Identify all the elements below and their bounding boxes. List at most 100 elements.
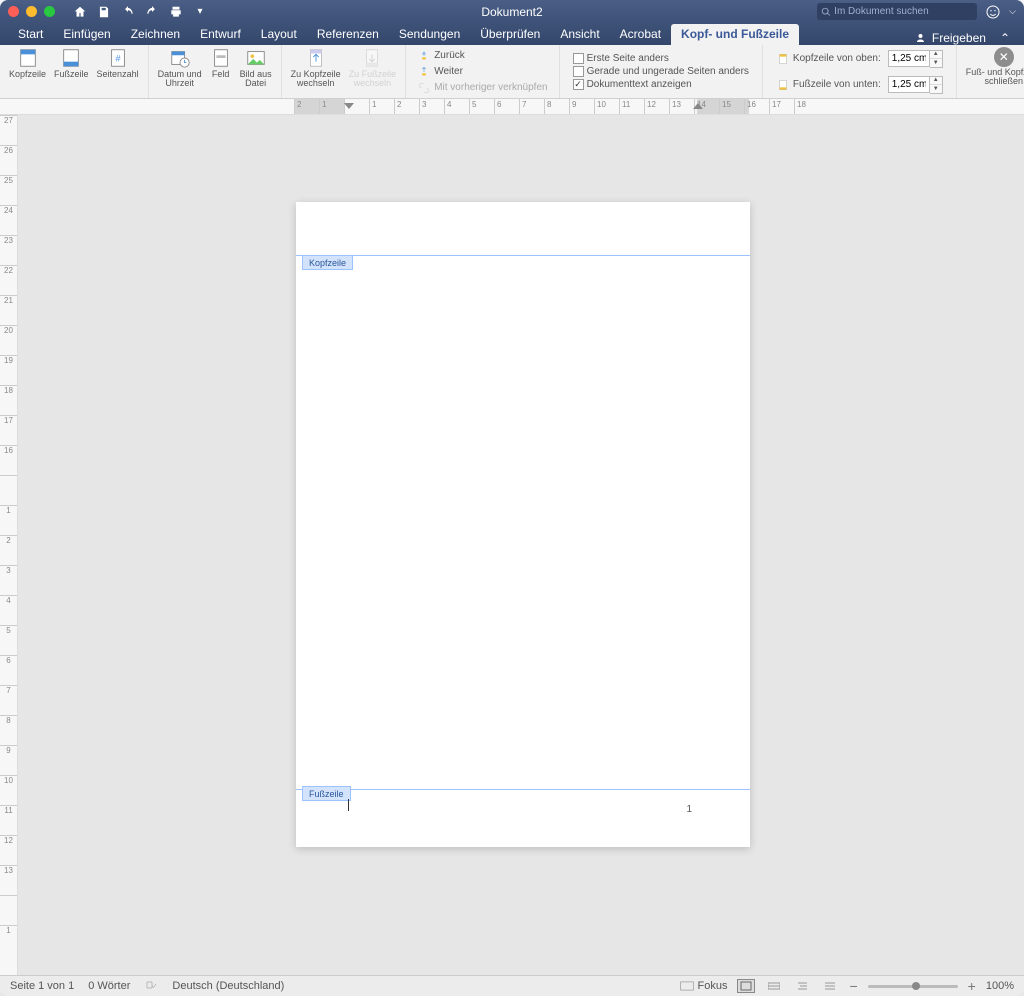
status-language[interactable]: Deutsch (Deutschland) xyxy=(172,980,284,992)
text-cursor xyxy=(348,799,349,811)
goto-footer-icon xyxy=(361,47,383,69)
document-canvas[interactable]: Kopfzeile Fußzeile 1 xyxy=(18,115,1024,975)
qat-customize-icon[interactable]: ▾ xyxy=(193,5,207,19)
share-button[interactable]: Freigeben xyxy=(908,31,994,45)
header-from-top-input[interactable]: ▲▼ xyxy=(888,50,943,68)
vertical-ruler[interactable]: 2726252423222120191817161234567891011121… xyxy=(0,115,18,975)
next-icon xyxy=(417,65,431,79)
collapse-ribbon-icon[interactable]: ⌃ xyxy=(994,31,1016,45)
header-tag: Kopfzeile xyxy=(302,255,353,270)
link-icon xyxy=(417,81,431,95)
redo-icon[interactable] xyxy=(145,5,159,19)
tab-start[interactable]: Start xyxy=(8,24,53,45)
spin-down-icon[interactable]: ▼ xyxy=(930,85,942,93)
tab-sendungen[interactable]: Sendungen xyxy=(389,24,470,45)
header-icon xyxy=(17,47,39,69)
tab-entwurf[interactable]: Entwurf xyxy=(190,24,251,45)
share-label: Freigeben xyxy=(932,31,986,45)
workspace: 2726252423222120191817161234567891011121… xyxy=(0,115,1024,975)
document-title: Dokument2 xyxy=(481,5,542,19)
tab-layout[interactable]: Layout xyxy=(251,24,307,45)
indent-marker-left-icon[interactable] xyxy=(344,103,354,113)
header-from-top-row: Kopfzeile von oben: ▲▼ xyxy=(773,49,946,69)
link-previous-button: Mit vorheriger verknüpfen xyxy=(414,80,550,96)
tab-zeichnen[interactable]: Zeichnen xyxy=(121,24,190,45)
page: Kopfzeile Fußzeile 1 xyxy=(296,202,750,847)
picture-button[interactable]: Bild aus Datei xyxy=(236,47,276,89)
footer-button[interactable]: Fußzeile xyxy=(50,47,93,79)
close-window-button[interactable] xyxy=(8,6,19,17)
maximize-window-button[interactable] xyxy=(44,6,55,17)
field-icon xyxy=(210,47,232,69)
show-document-text-checkbox[interactable]: ✓Dokumenttext anzeigen xyxy=(570,78,695,91)
zoom-in-button[interactable]: + xyxy=(968,978,976,994)
checkbox-checked-icon: ✓ xyxy=(573,79,584,90)
goto-footer-button[interactable]: Zu Fußzeile wechseln xyxy=(345,47,401,89)
page-number-button[interactable]: # Seitenzahl xyxy=(93,47,143,79)
app-window: ▾ Dokument2 Im Dokument suchen ⌵ Start E… xyxy=(0,0,1024,996)
page-number-icon: # xyxy=(107,47,129,69)
header-button[interactable]: Kopfzeile xyxy=(5,47,50,79)
footer-page-number: 1 xyxy=(686,804,692,815)
focus-mode-button[interactable]: Fokus xyxy=(680,980,728,992)
titlebar: ▾ Dokument2 Im Dokument suchen ⌵ xyxy=(0,0,1024,23)
status-words[interactable]: 0 Wörter xyxy=(88,980,130,992)
footer-from-bottom-row: Fußzeile von unten: ▲▼ xyxy=(773,75,946,95)
field-button[interactable]: Feld xyxy=(206,47,236,89)
zoom-out-button[interactable]: − xyxy=(849,978,857,994)
tab-ueberpruefen[interactable]: Überprüfen xyxy=(470,24,550,45)
minimize-window-button[interactable] xyxy=(26,6,37,17)
previous-icon xyxy=(417,49,431,63)
close-icon: ✕ xyxy=(994,47,1014,67)
zoom-slider-thumb[interactable] xyxy=(912,982,920,990)
goto-header-button[interactable]: Zu Kopfzeile wechseln xyxy=(287,47,345,89)
undo-icon[interactable] xyxy=(121,5,135,19)
tab-acrobat[interactable]: Acrobat xyxy=(610,24,671,45)
web-layout-view-button[interactable] xyxy=(765,979,783,993)
zoom-slider[interactable] xyxy=(868,985,958,988)
print-icon[interactable] xyxy=(169,5,183,19)
datetime-icon xyxy=(169,47,191,69)
ribbon: Kopfzeile Fußzeile # Seitenzahl Datum un… xyxy=(0,45,1024,99)
search-icon xyxy=(821,7,831,17)
close-header-footer-button[interactable]: ✕ Fuß- und Kopfzeile schließen xyxy=(962,47,1024,87)
search-input[interactable]: Im Dokument suchen xyxy=(817,3,977,20)
footer-from-bottom-input[interactable]: ▲▼ xyxy=(888,76,943,94)
spin-down-icon[interactable]: ▼ xyxy=(930,59,942,67)
save-icon[interactable] xyxy=(97,5,111,19)
tab-referenzen[interactable]: Referenzen xyxy=(307,24,389,45)
header-top-icon xyxy=(776,52,790,66)
picture-icon xyxy=(245,47,267,69)
feedback-chevron-icon[interactable]: ⌵ xyxy=(1009,6,1016,17)
indent-marker-right-icon[interactable] xyxy=(693,103,703,113)
status-bar: Seite 1 von 1 0 Wörter Deutsch (Deutschl… xyxy=(0,975,1024,996)
status-page[interactable]: Seite 1 von 1 xyxy=(10,980,74,992)
home-icon[interactable] xyxy=(73,5,87,19)
tab-ansicht[interactable]: Ansicht xyxy=(550,24,609,45)
tab-einfuegen[interactable]: Einfügen xyxy=(53,24,120,45)
print-layout-view-button[interactable] xyxy=(737,979,755,993)
goto-header-icon xyxy=(305,47,327,69)
draft-view-button[interactable] xyxy=(821,979,839,993)
quick-access-toolbar: ▾ xyxy=(73,5,207,19)
footer-tag: Fußzeile xyxy=(302,786,351,801)
checkbox-icon xyxy=(573,66,584,77)
spellcheck-icon[interactable] xyxy=(144,980,158,992)
feedback-icon[interactable] xyxy=(985,4,1001,20)
spin-up-icon[interactable]: ▲ xyxy=(930,77,942,85)
horizontal-ruler[interactable]: 21123456789101112131415161718 xyxy=(0,99,1024,115)
share-icon xyxy=(916,32,928,44)
next-button[interactable]: Weiter xyxy=(414,64,466,80)
window-controls xyxy=(8,6,55,17)
first-page-different-checkbox[interactable]: Erste Seite anders xyxy=(570,52,672,65)
datetime-button[interactable]: Datum und Uhrzeit xyxy=(154,47,206,89)
footer-bottom-icon xyxy=(776,78,790,92)
search-placeholder: Im Dokument suchen xyxy=(834,6,929,17)
odd-even-different-checkbox[interactable]: Gerade und ungerade Seiten anders xyxy=(570,65,752,78)
tab-header-footer[interactable]: Kopf- und Fußzeile xyxy=(671,24,799,45)
spin-up-icon[interactable]: ▲ xyxy=(930,51,942,59)
zoom-level[interactable]: 100% xyxy=(986,980,1014,992)
checkbox-icon xyxy=(573,53,584,64)
outline-view-button[interactable] xyxy=(793,979,811,993)
previous-button[interactable]: Zurück xyxy=(414,48,468,64)
